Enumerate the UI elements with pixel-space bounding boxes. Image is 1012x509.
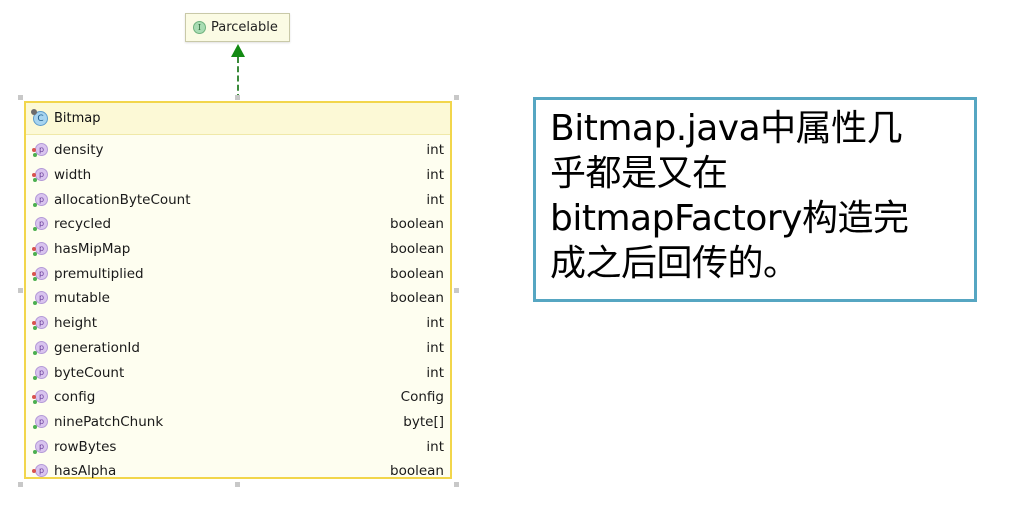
property-icon: p <box>32 315 48 331</box>
field-row[interactable]: p config Config <box>26 385 450 410</box>
field-type: int <box>426 339 444 356</box>
green-modifier-dot-icon <box>33 449 37 454</box>
property-icon: p <box>32 167 48 183</box>
field-name: width <box>54 167 92 184</box>
green-modifier-dot-icon <box>33 350 37 355</box>
bitmap-class-node[interactable]: C Bitmap p density int p width int p all… <box>24 101 452 479</box>
field-list: p density int p width int p allocationBy… <box>26 135 450 484</box>
interface-name: Parcelable <box>211 20 278 35</box>
field-type: int <box>426 191 444 208</box>
property-icon: p <box>32 241 48 257</box>
resize-handle-middle-left[interactable] <box>18 288 23 293</box>
note-line: Bitmap.java中属性几 <box>550 108 903 149</box>
property-icon: p <box>32 414 48 430</box>
class-icon-letter: C <box>37 113 44 124</box>
resize-handle-bottom-left[interactable] <box>18 482 23 487</box>
field-name: byteCount <box>54 364 125 381</box>
field-name: hasMipMap <box>54 241 131 258</box>
note-line: bitmapFactory构造完 <box>550 198 909 239</box>
green-modifier-dot-icon <box>33 252 37 257</box>
green-modifier-dot-icon <box>33 227 37 232</box>
field-name: ninePatchChunk <box>54 413 164 430</box>
field-row[interactable]: p height int <box>26 311 450 336</box>
field-type: Config <box>400 389 444 406</box>
field-name: density <box>54 142 104 159</box>
resize-handle-top-right[interactable] <box>454 95 459 100</box>
field-type: byte[] <box>403 413 444 430</box>
note-line: 乎都是又在 <box>550 153 728 194</box>
field-row[interactable]: p recycled boolean <box>26 212 450 237</box>
note-text: Bitmap.java中属性几 乎都是又在 bitmapFactory构造完 成之后回… <box>550 106 962 286</box>
field-row[interactable]: p generationId int <box>26 336 450 361</box>
class-header[interactable]: C Bitmap <box>26 103 450 135</box>
field-name: premultiplied <box>54 265 144 282</box>
green-modifier-dot-icon <box>33 400 37 405</box>
class-modifier-icon <box>31 109 37 115</box>
field-type: boolean <box>390 216 444 233</box>
field-row[interactable]: p mutable boolean <box>26 286 450 311</box>
property-icon: p <box>32 216 48 232</box>
field-row[interactable]: p rowBytes int <box>26 434 450 459</box>
resize-handle-middle-right[interactable] <box>454 288 459 293</box>
field-type: int <box>426 167 444 184</box>
field-name: config <box>54 389 96 406</box>
green-modifier-dot-icon <box>33 424 37 429</box>
field-type: boolean <box>390 463 444 480</box>
field-row[interactable]: p width int <box>26 163 450 188</box>
property-icon: p <box>32 142 48 158</box>
property-icon: p <box>32 463 48 479</box>
property-icon: p <box>32 340 48 356</box>
field-row[interactable]: p hasAlpha boolean <box>26 459 450 484</box>
field-name: mutable <box>54 290 110 307</box>
resize-handle-top-center[interactable] <box>235 95 240 100</box>
field-name: hasAlpha <box>54 463 117 480</box>
field-type: int <box>426 438 444 455</box>
field-row[interactable]: p density int <box>26 138 450 163</box>
property-icon: p <box>32 266 48 282</box>
field-type: int <box>426 364 444 381</box>
class-name: Bitmap <box>54 111 101 126</box>
field-type: boolean <box>390 290 444 307</box>
property-icon: p <box>32 439 48 455</box>
green-modifier-dot-icon <box>33 301 37 306</box>
field-row[interactable]: p premultiplied boolean <box>26 261 450 286</box>
green-modifier-dot-icon <box>33 276 37 281</box>
field-row[interactable]: p hasMipMap boolean <box>26 237 450 262</box>
field-name: recycled <box>54 216 112 233</box>
green-modifier-dot-icon <box>33 153 37 158</box>
field-type: int <box>426 315 444 332</box>
field-row[interactable]: p byteCount int <box>26 360 450 385</box>
property-icon: p <box>32 290 48 306</box>
red-modifier-dot-icon <box>32 271 36 276</box>
parcelable-interface-node[interactable]: I Parcelable <box>185 13 290 42</box>
green-modifier-dot-icon <box>33 326 37 331</box>
resize-handle-top-left[interactable] <box>18 95 23 100</box>
interface-icon: I <box>193 21 206 34</box>
field-name: rowBytes <box>54 438 117 455</box>
resize-handle-bottom-right[interactable] <box>454 482 459 487</box>
class-icon: C <box>31 109 48 126</box>
field-type: boolean <box>390 265 444 282</box>
field-name: generationId <box>54 339 140 356</box>
arrow-head-icon <box>231 44 245 57</box>
property-icon-letter: p <box>35 464 48 478</box>
green-modifier-dot-icon <box>33 178 37 183</box>
red-modifier-dot-icon <box>32 173 36 178</box>
annotation-note: Bitmap.java中属性几 乎都是又在 bitmapFactory构造完 成之后回… <box>533 97 977 302</box>
property-icon: p <box>32 365 48 381</box>
field-type: int <box>426 142 444 159</box>
field-name: allocationByteCount <box>54 191 191 208</box>
implements-connector[interactable] <box>237 57 239 100</box>
property-icon: p <box>32 192 48 208</box>
field-type: boolean <box>390 241 444 258</box>
note-line: 成之后回传的。 <box>550 243 799 284</box>
green-modifier-dot-icon <box>33 202 37 207</box>
property-icon: p <box>32 389 48 405</box>
field-row[interactable]: p ninePatchChunk byte[] <box>26 410 450 435</box>
green-modifier-dot-icon <box>33 375 37 380</box>
field-row[interactable]: p allocationByteCount int <box>26 187 450 212</box>
field-name: height <box>54 315 98 332</box>
